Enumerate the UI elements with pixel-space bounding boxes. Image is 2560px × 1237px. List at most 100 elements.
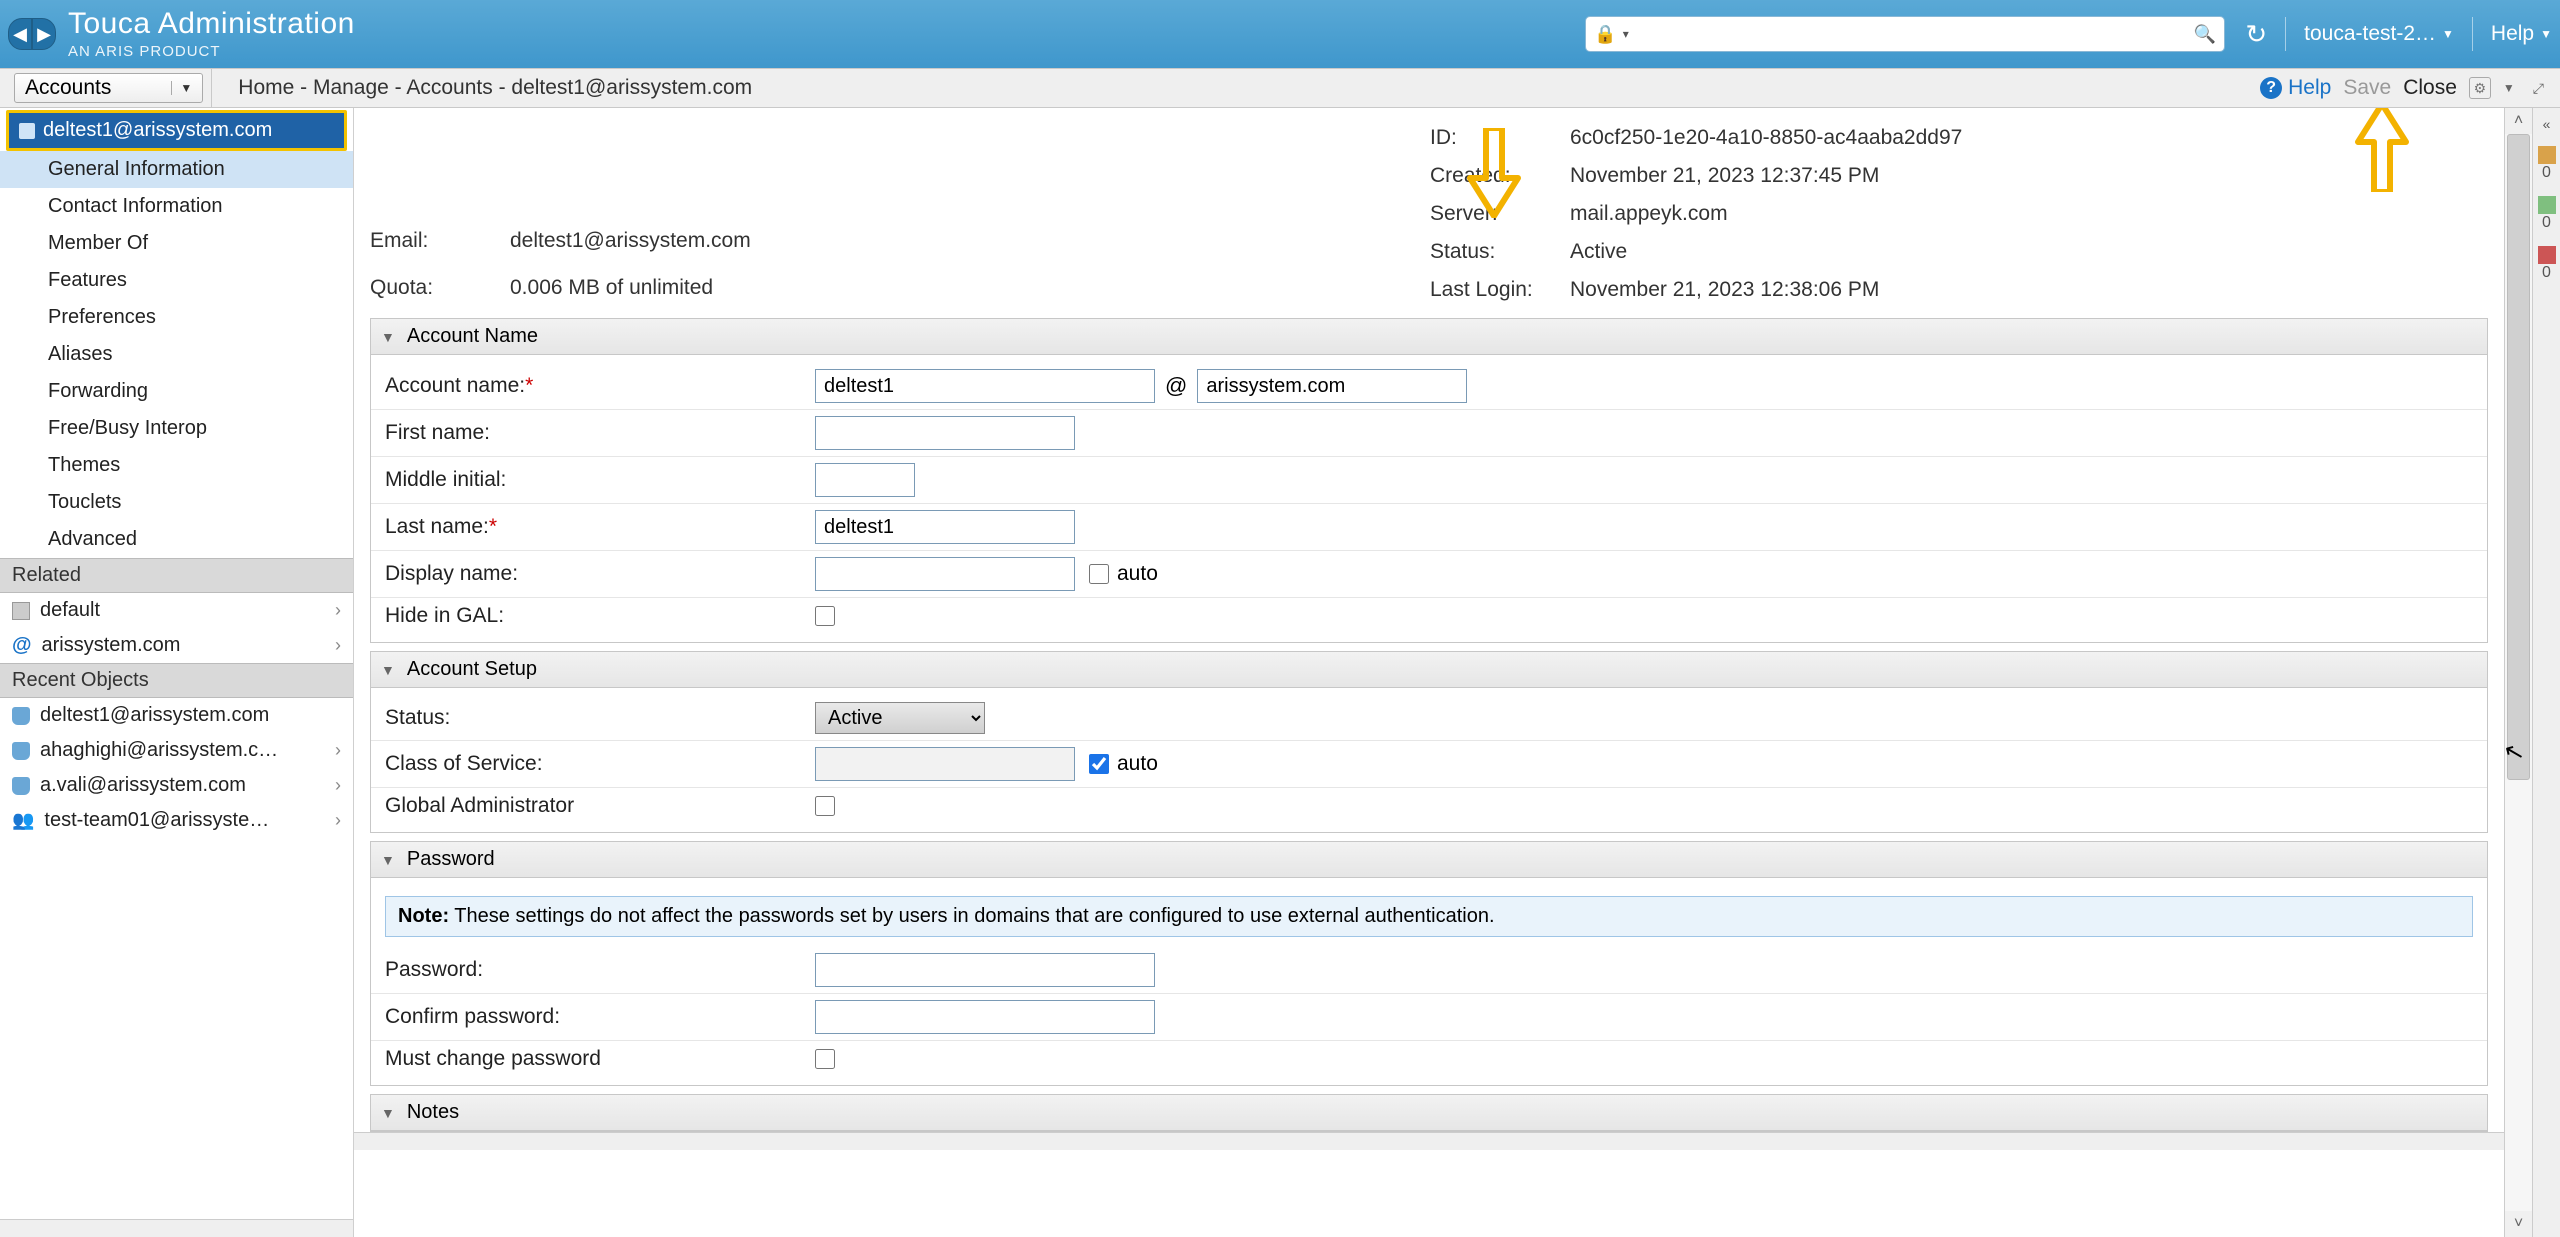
sidebar-item-themes[interactable]: Themes	[0, 447, 353, 484]
main: deltest1@arissystem.com General Informat…	[0, 108, 2560, 1237]
sidebar-item-free-busy-interop[interactable]: Free/Busy Interop	[0, 410, 353, 447]
status-value: Active	[1570, 240, 2488, 264]
confirm-password-label: Confirm password:	[385, 1005, 815, 1029]
group-icon: 👥	[12, 810, 34, 831]
lastlogin-label: Last Login:	[1430, 278, 1570, 302]
quota-label: Quota:	[370, 276, 510, 300]
panel-account-name: ▼Account Name Account name:* @ First nam…	[370, 318, 2488, 643]
sidebar-item-aliases[interactable]: Aliases	[0, 336, 353, 373]
sidebar-account-header[interactable]: deltest1@arissystem.com	[6, 110, 347, 151]
server-value: mail.appeyk.com	[1570, 202, 2488, 226]
panel-header[interactable]: ▼Account Setup	[371, 652, 2487, 688]
hide-gal-label: Hide in GAL:	[385, 604, 815, 628]
strip-item[interactable]: 0	[2538, 246, 2556, 282]
panel-notes: ▼Notes	[370, 1094, 2488, 1132]
help-label: Help	[2491, 22, 2534, 46]
scroll-track[interactable]	[2505, 134, 2532, 1211]
chevron-down-icon: ▼	[171, 81, 192, 95]
vertical-scrollbar[interactable]: ˄ ˅	[2504, 108, 2532, 1237]
top-right: ↻ touca-test-2… ▼ Help ▼	[2245, 17, 2552, 51]
sidebar-account-label: deltest1@arissystem.com	[43, 119, 272, 142]
status-select[interactable]: Active	[815, 702, 985, 734]
search-icon[interactable]: 🔍	[2194, 24, 2216, 45]
sidebar-item-features[interactable]: Features	[0, 262, 353, 299]
sidebar-item-member-of[interactable]: Member Of	[0, 225, 353, 262]
hide-gal-checkbox[interactable]	[815, 606, 835, 626]
global-admin-checkbox[interactable]	[815, 796, 835, 816]
brand-subtitle: AN ARIS PRODUCT	[68, 43, 355, 60]
sidebar-item-advanced[interactable]: Advanced	[0, 521, 353, 558]
forward-button[interactable]: ▶	[32, 18, 56, 50]
sidebar-item-forwarding[interactable]: Forwarding	[0, 373, 353, 410]
recent-item[interactable]: ahaghighi@arissystem.c…›	[0, 733, 353, 768]
at-icon: @	[12, 634, 32, 657]
chevron-down-icon[interactable]: ▼	[2503, 81, 2515, 95]
user-menu[interactable]: touca-test-2… ▼	[2304, 22, 2454, 46]
domain-input[interactable]	[1197, 369, 1467, 403]
auto-label: auto	[1117, 562, 1158, 586]
recent-item[interactable]: 👥test-team01@arissyste…›	[0, 803, 353, 838]
panel-account-setup: ▼Account Setup Status: Active Class of S…	[370, 651, 2488, 833]
related-item-default[interactable]: default›	[0, 593, 353, 628]
save-button[interactable]: Save	[2343, 76, 2391, 100]
panel-header[interactable]: ▼Password	[371, 842, 2487, 878]
sidebar-item-touclets[interactable]: Touclets	[0, 484, 353, 521]
first-name-input[interactable]	[815, 416, 1075, 450]
recent-list: deltest1@arissystem.com ahaghighi@arissy…	[0, 698, 353, 838]
panel-header[interactable]: ▼Account Name	[371, 319, 2487, 355]
content-status-strip	[354, 1132, 2504, 1150]
last-name-label: Last name:*	[385, 515, 815, 539]
gear-icon[interactable]: ⚙	[2469, 77, 2491, 99]
sidebar: deltest1@arissystem.com General Informat…	[0, 108, 354, 1237]
sidebar-item-general-information[interactable]: General Information	[0, 151, 353, 188]
chevron-right-icon: ›	[335, 600, 341, 621]
last-name-input[interactable]	[815, 510, 1075, 544]
recent-item[interactable]: a.vali@arissystem.com›	[0, 768, 353, 803]
password-input[interactable]	[815, 953, 1155, 987]
global-search[interactable]: 🔒 ▾ 🔍	[1585, 16, 2225, 52]
close-button[interactable]: Close	[2403, 76, 2457, 100]
user-label: touca-test-2…	[2304, 22, 2436, 46]
strip-item[interactable]: 0	[2538, 146, 2556, 182]
related-header: Related	[0, 558, 353, 593]
collapse-strip-icon[interactable]: «	[2543, 116, 2551, 132]
email-value: deltest1@arissystem.com	[510, 229, 1430, 253]
global-admin-label: Global Administrator	[385, 794, 815, 818]
display-name-auto-checkbox[interactable]	[1089, 564, 1109, 584]
display-name-input[interactable]	[815, 557, 1075, 591]
panel-password: ▼Password Note: These settings do not af…	[370, 841, 2488, 1086]
recent-header: Recent Objects	[0, 663, 353, 698]
help-menu[interactable]: Help ▼	[2491, 22, 2552, 46]
auto-label: auto	[1117, 752, 1158, 776]
sidebar-item-contact-information[interactable]: Contact Information	[0, 188, 353, 225]
brand-title: Touca Administration	[68, 7, 355, 40]
refresh-icon[interactable]: ↻	[2245, 19, 2267, 50]
back-button[interactable]: ◀	[8, 18, 32, 50]
collapse-icon: ▼	[381, 329, 395, 345]
sub-bar: Accounts ▼ Home - Manage - Accounts - de…	[0, 68, 2560, 108]
must-change-checkbox[interactable]	[815, 1049, 835, 1069]
confirm-password-input[interactable]	[815, 1000, 1155, 1034]
expand-icon[interactable]: ⤢	[2527, 80, 2550, 97]
related-item-domain[interactable]: @arissystem.com›	[0, 628, 353, 663]
search-input[interactable]	[1637, 23, 2194, 46]
recent-item[interactable]: deltest1@arissystem.com	[0, 698, 353, 733]
cos-label: Class of Service:	[385, 752, 815, 776]
help-button[interactable]: ?Help	[2260, 76, 2331, 100]
cos-input	[815, 747, 1075, 781]
scroll-down-icon[interactable]: ˅	[2514, 1211, 2523, 1237]
middle-initial-input[interactable]	[815, 463, 915, 497]
strip-item[interactable]: 0	[2538, 196, 2556, 232]
cos-auto-checkbox[interactable]	[1089, 754, 1109, 774]
user-icon	[12, 777, 30, 795]
search-scope-dropdown[interactable]: ▾	[1623, 27, 1629, 41]
quota-value: 0.006 MB of unlimited	[510, 276, 1430, 300]
panel-header[interactable]: ▼Notes	[371, 1095, 2487, 1131]
scroll-thumb[interactable]	[2507, 134, 2530, 780]
account-name-input[interactable]	[815, 369, 1155, 403]
chevron-right-icon: ›	[335, 635, 341, 656]
sidebar-item-preferences[interactable]: Preferences	[0, 299, 353, 336]
scroll-up-icon[interactable]: ˄	[2514, 108, 2523, 134]
section-dropdown[interactable]: Accounts ▼	[14, 73, 203, 103]
annotation-arrow-down-icon	[1464, 128, 1524, 224]
